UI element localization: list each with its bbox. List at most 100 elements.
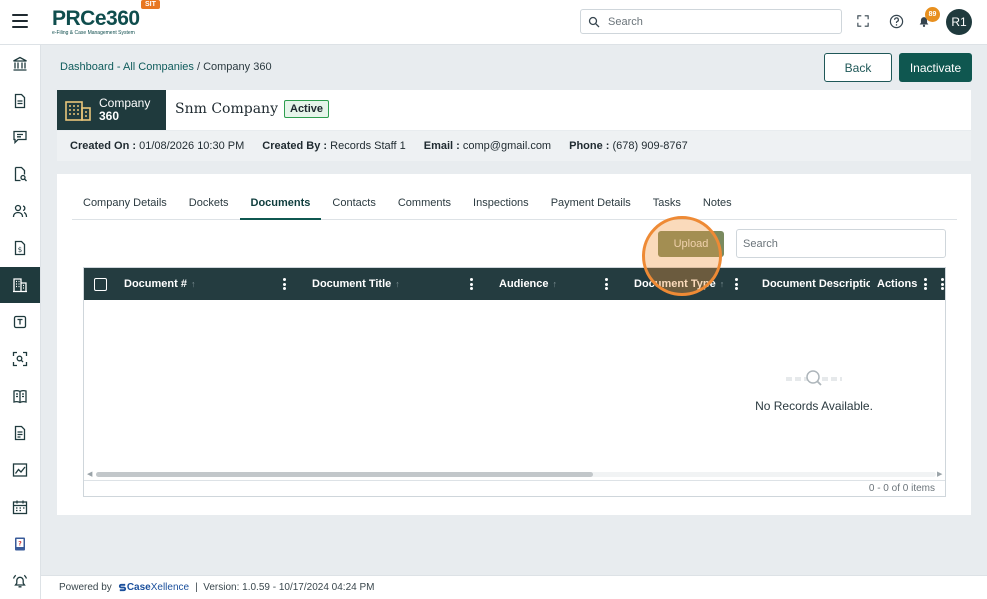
company-header: Company 360 Snm Company Active xyxy=(57,90,971,130)
sidebar-item-pages[interactable] xyxy=(0,415,40,451)
email: Email : comp@gmail.com xyxy=(424,140,551,152)
documents-search-input[interactable] xyxy=(736,229,946,258)
column-menu-icon[interactable] xyxy=(469,278,473,290)
sidebar-item-file-search[interactable] xyxy=(0,156,40,192)
badge-line2: 360 xyxy=(99,109,120,123)
sidebar-item-comments[interactable] xyxy=(0,119,40,155)
column-menu-icon[interactable] xyxy=(923,278,927,290)
column-menu-icon[interactable] xyxy=(734,278,738,290)
upload-button[interactable]: Upload xyxy=(658,231,724,257)
tab-documents[interactable]: Documents xyxy=(239,191,322,220)
users-icon xyxy=(12,204,28,218)
column-menu-icon[interactable] xyxy=(941,278,944,290)
column-label: Document Title xyxy=(312,278,392,290)
hamburger-icon[interactable] xyxy=(12,14,28,28)
tab-payment-details[interactable]: Payment Details xyxy=(540,191,642,220)
note-icon xyxy=(13,315,27,329)
sidebar-item-payments[interactable]: $ xyxy=(0,230,40,266)
sidebar-item-help-guide[interactable]: ? xyxy=(0,526,40,562)
building-icon xyxy=(13,278,27,293)
tab-tasks[interactable]: Tasks xyxy=(642,191,692,220)
column-menu-icon[interactable] xyxy=(282,278,286,290)
scroll-left-icon[interactable]: ◀ xyxy=(87,470,92,478)
tab-inspections[interactable]: Inspections xyxy=(462,191,540,220)
help-icon[interactable] xyxy=(888,13,904,29)
brand-suffix: Xellence xyxy=(150,582,190,593)
horizontal-scrollbar[interactable]: ◀ ▶ xyxy=(86,470,943,478)
tab-dockets[interactable]: Dockets xyxy=(178,191,240,220)
brand-s-icon xyxy=(118,583,126,592)
sort-arrow-icon[interactable]: ↑ xyxy=(720,279,725,289)
column-label: Actions xyxy=(877,278,918,290)
created-by-label: Created By : xyxy=(262,140,328,152)
app-logo[interactable]: PRCe360 e-Filing & Case Management Syste… xyxy=(52,8,140,36)
help-book-icon: ? xyxy=(15,537,25,551)
empty-message: No Records Available. xyxy=(755,399,873,413)
sidebar-item-notes[interactable] xyxy=(0,304,40,340)
sidebar-item-documents[interactable] xyxy=(0,83,40,119)
documents-table: Document # ↑ Document Title ↑ Audience ↑ Do… xyxy=(83,267,946,497)
back-button[interactable]: Back xyxy=(824,53,892,82)
created-on-label: Created On : xyxy=(70,140,137,152)
empty-state: No Records Available. xyxy=(714,368,914,413)
pager-info: 0 - 0 of 0 items xyxy=(84,480,945,496)
sidebar-item-library[interactable] xyxy=(0,378,40,414)
sidebar-item-alerts[interactable] xyxy=(0,563,40,599)
chart-icon xyxy=(12,463,28,477)
version-text: Version: 1.0.59 - 10/17/2024 04:24 PM xyxy=(203,582,375,593)
created-on: Created On : 01/08/2026 10:30 PM xyxy=(70,140,244,152)
column-header-actions[interactable]: Actions xyxy=(877,278,917,290)
fullscreen-icon[interactable] xyxy=(855,13,871,29)
column-header-document-description[interactable]: Document Descriptio xyxy=(762,278,870,290)
column-header-document-title[interactable]: Document Title ↑ xyxy=(312,278,400,290)
global-search[interactable] xyxy=(580,9,842,34)
document-icon xyxy=(14,93,26,109)
page-footer: Powered by Case Xellence | Version: 1.0.5… xyxy=(41,575,987,599)
breadcrumb-link-companies[interactable]: Dashboard - All Companies xyxy=(60,61,194,73)
column-label: Audience xyxy=(499,278,549,290)
created-on-value: 01/08/2026 10:30 PM xyxy=(139,140,245,152)
sidebar-item-scan[interactable] xyxy=(0,341,40,377)
sidebar-item-users[interactable] xyxy=(0,193,40,229)
tab-comments[interactable]: Comments xyxy=(387,191,462,220)
scan-icon xyxy=(12,351,28,367)
sidebar-item-bank[interactable] xyxy=(0,46,40,82)
logo-text: PRCe360 xyxy=(52,7,140,30)
scroll-right-icon[interactable]: ▶ xyxy=(937,470,942,478)
column-header-document-type[interactable]: Document Type ↑ xyxy=(634,278,724,290)
sidebar-item-companies[interactable] xyxy=(0,267,40,303)
notification-badge: 89 xyxy=(925,7,940,22)
phone: Phone : (678) 909-8767 xyxy=(569,140,688,152)
breadcrumb: Dashboard - All Companies / Company 360 xyxy=(60,61,272,73)
sidebar-item-reports[interactable] xyxy=(0,452,40,488)
global-search-input[interactable] xyxy=(608,15,828,28)
inactivate-button[interactable]: Inactivate xyxy=(899,53,972,82)
select-all-checkbox[interactable] xyxy=(94,278,107,291)
column-header-audience[interactable]: Audience ↑ xyxy=(499,278,557,290)
tab-notes[interactable]: Notes xyxy=(692,191,743,220)
table-header: Document # ↑ Document Title ↑ Audience ↑ Do… xyxy=(84,268,945,300)
created-by: Created By : Records Staff 1 xyxy=(262,140,405,152)
status-badge: Active xyxy=(284,100,330,118)
company-name: Snm Company xyxy=(175,101,278,117)
column-menu-icon[interactable] xyxy=(604,278,608,290)
sidebar-item-calendar[interactable] xyxy=(0,489,40,525)
scroll-thumb[interactable] xyxy=(96,472,593,477)
building-icon xyxy=(65,101,91,121)
column-label: Document Type xyxy=(634,278,716,290)
sort-arrow-icon[interactable]: ↑ xyxy=(395,279,400,289)
column-header-document-number[interactable]: Document # ↑ xyxy=(124,278,195,290)
file-search-icon xyxy=(14,166,27,182)
tab-company-details[interactable]: Company Details xyxy=(72,191,178,220)
footer-divider: | xyxy=(195,582,204,593)
avatar[interactable]: R1 xyxy=(946,9,972,35)
tab-contacts[interactable]: Contacts xyxy=(321,191,386,220)
page-icon xyxy=(14,425,26,441)
column-label: Document Descriptio xyxy=(762,278,870,290)
top-bar: PRCe360 e-Filing & Case Management Syste… xyxy=(0,0,987,45)
documents-card: Company Details Dockets Documents Contac… xyxy=(57,174,971,515)
sort-arrow-icon[interactable]: ↑ xyxy=(191,279,196,289)
dollar-file-icon: $ xyxy=(14,240,26,256)
sort-arrow-icon[interactable]: ↑ xyxy=(553,279,558,289)
casexellence-logo: Case Xellence xyxy=(118,582,189,593)
